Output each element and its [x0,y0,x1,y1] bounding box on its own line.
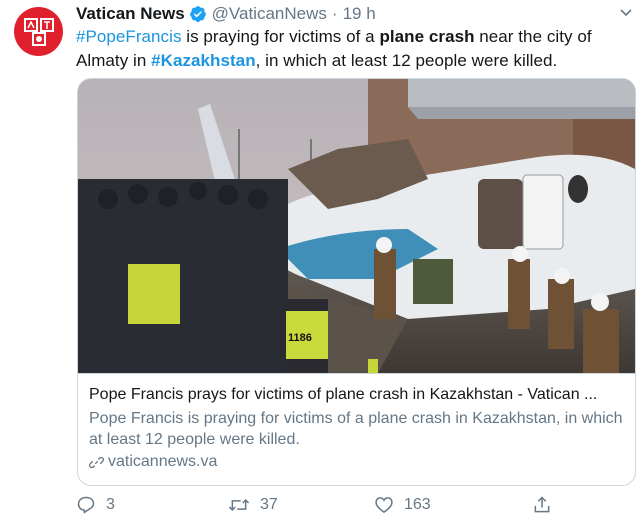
action-bar: 3 37 163 [76,488,636,522]
reply-button[interactable]: 3 [76,495,228,515]
retweet-button[interactable]: 37 [228,495,374,515]
account-name[interactable]: Vatican News [76,4,185,24]
hashtag-kazakhstan[interactable]: #Kazakhstan [151,51,255,70]
timestamp[interactable]: 19 h [343,4,376,24]
chevron-down-icon[interactable] [618,4,634,25]
card-body: Pope Francis prays for victims of plane … [78,373,635,471]
tweet-text-bold: plane crash [379,27,475,46]
tweet-text-part: is praying for victims of a [181,27,380,46]
like-count: 163 [404,496,431,513]
link-icon [89,456,104,468]
like-button[interactable]: 163 [374,495,532,515]
tweet: Vatican News @VaticanNews · 19 h #PopeFr… [76,0,636,514]
hashtag-popefrancis[interactable]: #PopeFrancis [76,27,182,46]
separator-dot: · [331,3,338,23]
verified-badge-icon [189,5,207,23]
reply-icon [77,496,95,514]
avatar[interactable] [14,7,63,56]
share-icon [534,496,550,513]
retweet-icon [228,498,250,512]
share-button[interactable] [532,495,562,515]
reply-count: 3 [106,496,115,513]
tweet-header: Vatican News @VaticanNews · 19 h [76,1,636,26]
link-card[interactable]: 1186 Pope Francis prays for victims of p… [77,78,636,486]
account-handle[interactable]: @VaticanNews [212,4,327,24]
tweet-text-part: , in which at least 12 people were kille… [255,51,558,70]
card-photo: 1186 [78,79,635,373]
vatican-news-logo-icon [23,17,54,46]
vest-number-label: 1186 [288,332,312,344]
card-domain-label: vaticannews.va [108,453,218,470]
tweet-text: #PopeFrancis is praying for victims of a… [76,25,636,73]
heart-icon [375,497,393,514]
retweet-count: 37 [260,496,278,513]
card-title[interactable]: Pope Francis prays for victims of plane … [89,385,629,405]
card-domain[interactable]: vaticannews.va [89,453,635,471]
card-description: Pope Francis is praying for victims of a… [89,410,623,448]
